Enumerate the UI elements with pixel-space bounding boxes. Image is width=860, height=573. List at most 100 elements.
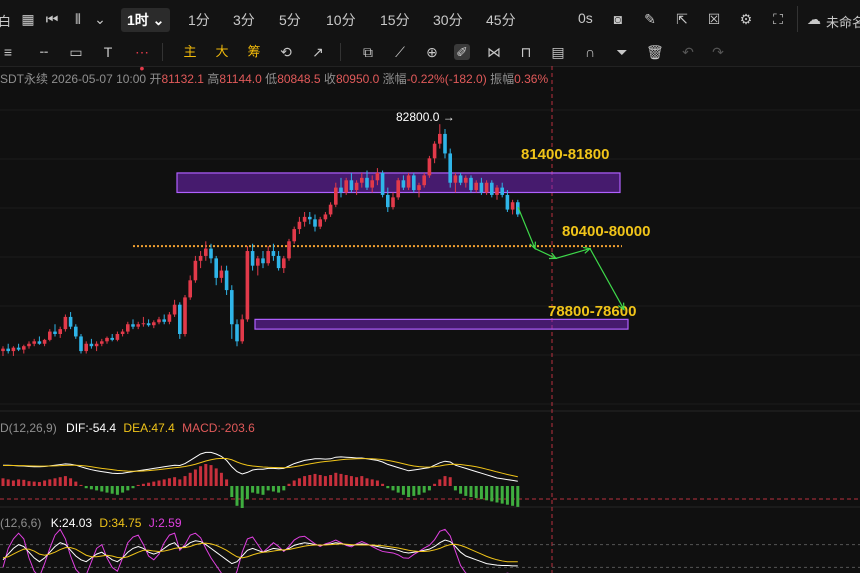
macd-histogram-bar <box>162 479 166 486</box>
macd-histogram-bar <box>69 478 73 486</box>
macd-histogram-bar <box>84 486 88 489</box>
candle-body <box>79 336 83 352</box>
candle-body <box>84 343 88 352</box>
macd-histogram-bar <box>1 478 5 486</box>
macd-histogram-bar <box>183 476 187 486</box>
macd-histogram-bar <box>79 484 83 486</box>
candle-body <box>432 143 437 159</box>
macd-histogram-bar <box>230 486 234 497</box>
amplitude-label: 振幅 <box>490 72 515 86</box>
macd-histogram-bar <box>199 466 203 486</box>
candle-body <box>256 258 260 266</box>
candle-body <box>370 180 374 188</box>
candle-body <box>339 187 343 193</box>
macd-histogram-bar <box>474 486 478 499</box>
open-label: 开 <box>149 72 162 86</box>
candle-body <box>412 175 416 191</box>
macd-histogram-bar <box>256 486 260 494</box>
candle-body <box>105 337 109 342</box>
candle-body <box>235 324 239 342</box>
macd-histogram-bar <box>412 486 416 496</box>
macd-histogram-bar <box>505 486 509 505</box>
macd-histogram-bar <box>511 486 515 506</box>
ohlc-info-line: SDT永续 2026-05-07 10:00 开81132.1 高81144.0… <box>0 70 548 87</box>
candle-body <box>74 326 78 337</box>
candle-body <box>188 280 192 298</box>
macd-histogram-bar <box>6 479 10 486</box>
dotted-level-label: 80400-80000 <box>562 223 650 240</box>
candle-body <box>422 175 426 186</box>
candle-body <box>157 319 161 323</box>
macd-histogram-bar <box>453 486 457 491</box>
macd-dea: DEA:47.4 <box>123 421 175 435</box>
macd-histogram-bar <box>193 469 197 486</box>
macd-histogram-bar <box>360 476 364 486</box>
macd-histogram-bar <box>240 486 244 508</box>
candle-body <box>22 346 26 350</box>
macd-histogram-bar <box>349 476 353 486</box>
macd-histogram-bar <box>209 465 213 486</box>
macd-histogram-bar <box>235 486 239 506</box>
candle-body <box>318 219 322 227</box>
candle-body <box>354 182 359 191</box>
macd-histogram-bar <box>433 483 437 486</box>
candle-body <box>365 177 369 188</box>
macd-histogram-bar <box>375 480 379 486</box>
candle-body <box>110 337 114 340</box>
candle-body <box>209 248 213 259</box>
macd-histogram-bar <box>147 482 151 486</box>
macd-histogram-bar <box>495 486 499 503</box>
macd-histogram-bar <box>157 480 161 486</box>
candle-body <box>224 270 229 291</box>
macd-histogram-bar <box>334 472 338 486</box>
macd-histogram-bar <box>516 486 520 507</box>
macd-histogram-bar <box>391 486 395 491</box>
macd-histogram-bar <box>370 479 374 486</box>
candle-body <box>198 255 203 261</box>
macd-histogram-bar <box>17 479 21 486</box>
macd-histogram-bar <box>214 468 218 486</box>
candle-body <box>308 216 312 220</box>
candle-body <box>141 323 146 325</box>
macd-histogram-bar <box>136 484 140 486</box>
candle-body <box>162 319 166 322</box>
candle-body <box>313 219 317 227</box>
candle-body <box>219 270 224 278</box>
candle-body <box>380 172 385 195</box>
macd-histogram-bar <box>339 473 343 486</box>
candle-body <box>396 180 400 198</box>
candle-body <box>417 185 421 191</box>
close-label: 收 <box>323 72 336 86</box>
candle-body <box>266 251 270 264</box>
low-label: 低 <box>265 72 278 86</box>
candle-body <box>386 194 390 208</box>
macd-histogram-bar <box>48 479 52 486</box>
candle-body <box>500 187 504 195</box>
macd-histogram-bar <box>251 486 255 493</box>
macd-histogram-bar <box>396 486 400 493</box>
macd-histogram-bar <box>261 486 265 495</box>
candle-body <box>126 324 130 332</box>
macd-histogram-bar <box>89 486 93 490</box>
candle-body <box>448 153 452 183</box>
candle-body <box>100 341 104 344</box>
kdj-info-line: (12,6,6) K:24.03 D:34.75 J:2.59 <box>0 516 182 530</box>
candle-body <box>172 304 177 315</box>
candle-body <box>16 347 21 350</box>
candle-body <box>250 251 255 266</box>
candle-body <box>193 260 198 281</box>
candle-body <box>443 133 447 154</box>
candle-body <box>271 251 276 256</box>
macd-histogram-bar <box>479 486 483 500</box>
candle-body <box>42 339 47 344</box>
macd-histogram-bar <box>74 481 78 486</box>
candle-body <box>458 175 463 183</box>
candle-body <box>438 133 442 144</box>
zone-label-lower: 78800-78600 <box>548 303 636 320</box>
zone-1 <box>254 318 629 330</box>
macd-histogram-bar <box>292 480 296 486</box>
macd-histogram-bar <box>323 476 327 486</box>
macd-histogram-bar <box>173 477 177 486</box>
macd-histogram-bar <box>167 478 171 486</box>
macd-histogram-bar <box>131 486 135 489</box>
